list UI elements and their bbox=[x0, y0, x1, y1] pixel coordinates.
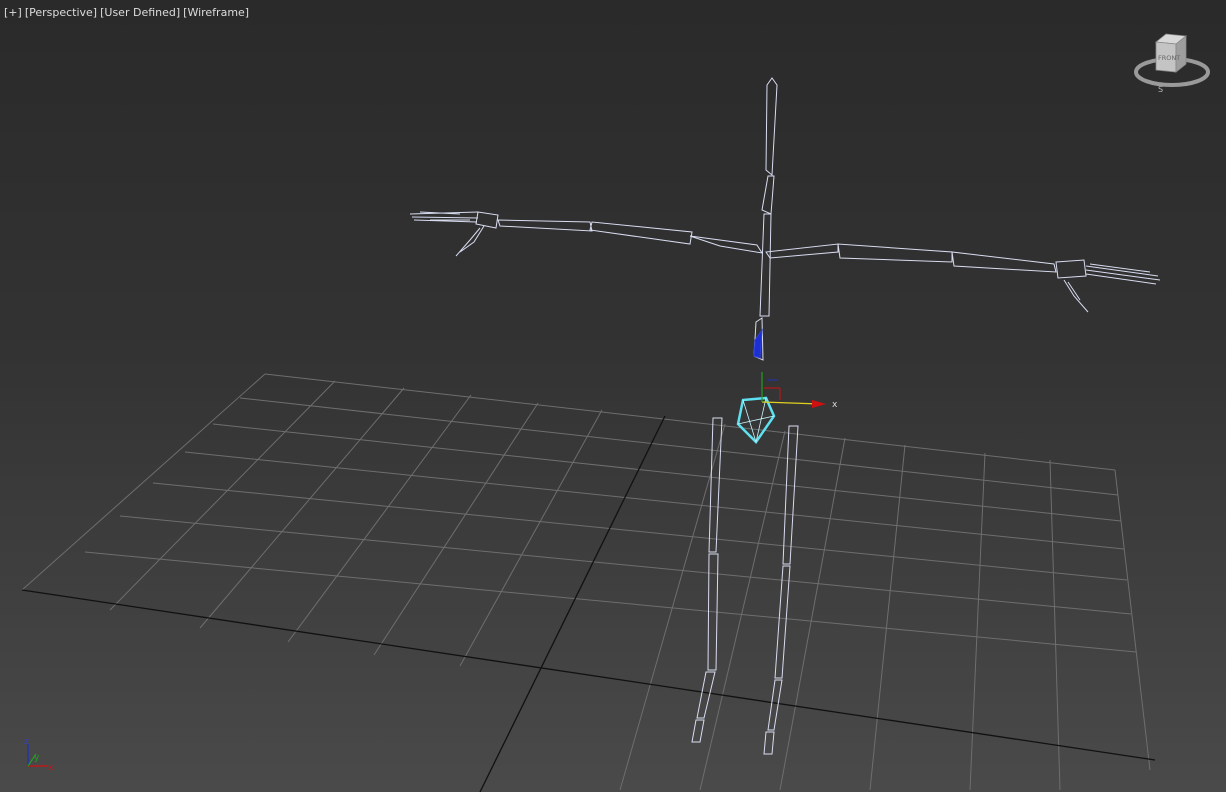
viewport-scene[interactable]: x z y x bbox=[0, 0, 1226, 792]
tripod-x-label: x bbox=[48, 763, 54, 773]
biped-l-toe[interactable] bbox=[691, 719, 705, 743]
transform-gizmo[interactable]: x bbox=[761, 372, 838, 410]
biped-l-upperarm[interactable] bbox=[589, 221, 693, 245]
biped-l-foot[interactable] bbox=[696, 671, 716, 719]
biped-skeleton[interactable] bbox=[409, 77, 1161, 755]
biped-r-calf[interactable] bbox=[774, 565, 791, 679]
viewcube-compass-label: S bbox=[1158, 85, 1163, 94]
biped-l-thumb[interactable] bbox=[455, 225, 485, 257]
biped-r-toe[interactable] bbox=[763, 731, 775, 755]
biped-r-thumb[interactable] bbox=[1063, 279, 1089, 313]
biped-r-thigh[interactable] bbox=[782, 425, 799, 565]
biped-l-thigh[interactable] bbox=[708, 417, 723, 553]
biped-neck[interactable] bbox=[761, 175, 775, 215]
tripod-z-label: z bbox=[24, 737, 29, 747]
biped-r-upperarm[interactable] bbox=[837, 243, 953, 263]
grid-main-axes bbox=[21, 415, 1156, 792]
biped-r-hand[interactable] bbox=[1055, 259, 1087, 279]
biped-l-fingers[interactable] bbox=[409, 211, 479, 223]
viewcube-face-label: FRONT bbox=[1158, 54, 1180, 62]
biped-upper-spine[interactable] bbox=[759, 213, 772, 317]
viewcube[interactable]: FRONT S bbox=[1132, 30, 1212, 94]
biped-l-hand[interactable] bbox=[475, 211, 499, 229]
tripod-y-label: y bbox=[34, 753, 40, 763]
biped-r-clavicle[interactable] bbox=[765, 243, 839, 259]
home-grid bbox=[21, 373, 1151, 791]
axis-tripod: z y x bbox=[24, 737, 54, 773]
biped-head[interactable] bbox=[765, 77, 778, 177]
biped-l-clavicle[interactable] bbox=[689, 235, 764, 254]
biped-r-foot[interactable] bbox=[767, 679, 783, 731]
biped-r-fingers[interactable] bbox=[1085, 263, 1161, 285]
biped-l-forearm[interactable] bbox=[497, 219, 593, 232]
biped-r-forearm[interactable] bbox=[951, 251, 1057, 273]
gizmo-x-arrow[interactable] bbox=[812, 400, 826, 408]
gizmo-x-label: x bbox=[832, 400, 838, 410]
